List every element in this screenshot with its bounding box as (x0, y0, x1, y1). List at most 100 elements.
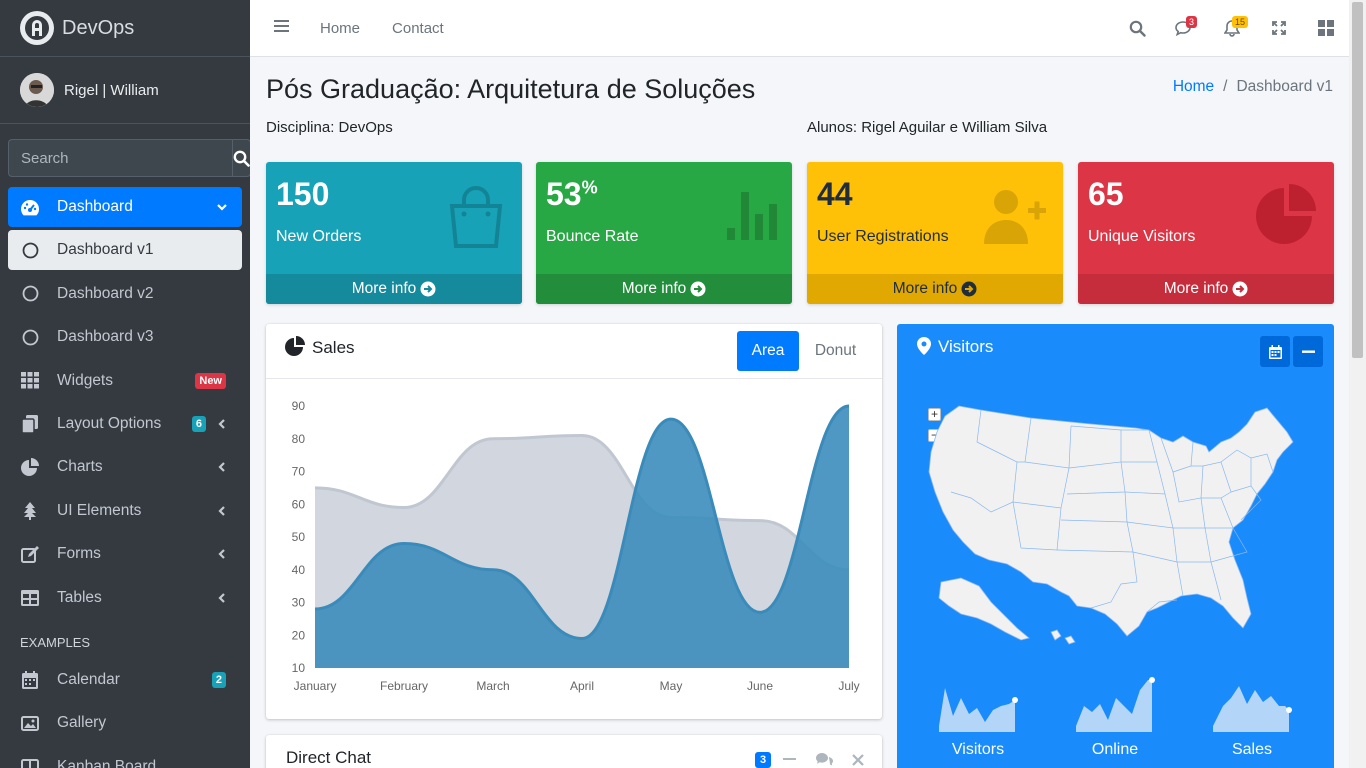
usa-map[interactable] (921, 402, 1311, 647)
arrow-circle-right-icon (690, 281, 706, 297)
tab-donut[interactable]: Donut (803, 331, 868, 371)
brand-logo-icon (20, 11, 54, 45)
sparkline-area (939, 688, 1015, 732)
messages-count-badge: 3 (1186, 16, 1198, 28)
y-tick-label: 40 (292, 563, 306, 577)
x-tick-label: June (747, 679, 773, 693)
sidebar-item-label: Gallery (57, 714, 107, 732)
more-info-link[interactable]: More info (536, 274, 792, 304)
chevron-left-icon (216, 547, 228, 565)
nav-link-contact[interactable]: Contact (392, 20, 444, 37)
calendar-icon (20, 670, 40, 689)
sidebar-item-kanban-board[interactable]: Kanban Board (8, 747, 242, 768)
sidebar-item-label: Kanban Board (57, 757, 157, 768)
stat-label: User Registrations (817, 228, 949, 245)
visitors-card: Visitors + − Visitors Online Sales (897, 324, 1334, 768)
sidebar-item-calendar[interactable]: Calendar 2 (8, 660, 242, 700)
sidebar-section-header: EXAMPLES (20, 634, 91, 650)
chevron-left-icon (216, 591, 228, 609)
sidebar-item-charts[interactable]: Charts (8, 447, 242, 487)
map-marker-icon (917, 337, 931, 360)
main-sidebar: DevOps Rigel | William Dashboard Dashboa… (0, 0, 250, 768)
nav-link-home[interactable]: Home (320, 20, 360, 37)
x-tick-label: January (294, 679, 337, 693)
minus-icon (1301, 350, 1315, 353)
notifications-button[interactable]: 15 (1208, 0, 1255, 56)
more-info-label: More info (892, 280, 958, 297)
more-info-link[interactable]: More info (266, 274, 522, 304)
stat-box-new-orders: 150 New Orders More info (266, 162, 522, 304)
stat-box-bounce-rate: 53% Bounce Rate More info (536, 162, 792, 304)
top-navbar: Home Contact 3 15 (250, 0, 1349, 57)
sparkline-sales (1213, 686, 1292, 732)
pie-chart-icon (1256, 184, 1320, 253)
sidebar-item-label: Calendar (57, 670, 120, 688)
y-tick-label: 60 (292, 497, 306, 511)
user-name: Rigel | William (64, 81, 159, 99)
sales-card: Sales Area Donut 10 20 30 40 50 60 70 80 90 Janua… (266, 324, 882, 719)
user-panel[interactable]: Rigel | William (0, 57, 250, 124)
breadcrumb-home-link[interactable]: Home (1173, 78, 1214, 95)
sidebar-search (8, 139, 250, 177)
sidebar-item-gallery[interactable]: Gallery (8, 703, 242, 743)
control-sidebar-button[interactable] (1302, 0, 1349, 56)
stat-label: New Orders (276, 228, 362, 245)
tree-icon (20, 501, 40, 520)
more-info-label: More info (621, 280, 687, 297)
messages-button[interactable]: 3 (1161, 0, 1208, 56)
arrow-circle-right-icon (1232, 281, 1248, 297)
sparkline-label: Visitors (951, 741, 1005, 758)
search-button[interactable] (232, 139, 250, 177)
hamburger-menu-icon[interactable] (274, 19, 290, 38)
collapse-button[interactable] (1293, 336, 1323, 367)
breadcrumb: Home / Dashboard v1 (1173, 78, 1333, 96)
sidebar-item-dashboard[interactable]: Dashboard (8, 187, 242, 227)
card-title: Sales (312, 338, 355, 357)
chat-count-badge: 3 (755, 752, 772, 768)
sidebar-item-ui-elements[interactable]: UI Elements (8, 491, 242, 531)
comments-icon[interactable] (816, 752, 833, 768)
sparkline-area (1213, 686, 1289, 732)
sidebar-item-label: UI Elements (57, 501, 142, 519)
y-tick-label: 50 (292, 530, 306, 544)
minus-icon[interactable] (783, 752, 796, 768)
chart-pie-icon (20, 458, 40, 477)
fullscreen-button[interactable] (1255, 0, 1302, 56)
y-tick-label: 90 (292, 399, 306, 413)
sidebar-item-dashboard-v1[interactable]: Dashboard v1 (8, 230, 242, 271)
sparkline-end-dot (1012, 697, 1018, 703)
sidebar-item-label: Forms (57, 545, 101, 563)
edit-icon (20, 545, 40, 563)
students-text: Alunos: Rigel Aguilar e William Silva (807, 119, 1048, 136)
x-tick-label: February (380, 679, 428, 693)
sidebar-item-layout-options[interactable]: Layout Options 6 (8, 404, 242, 444)
count-badge: 2 (211, 671, 226, 688)
chevron-left-icon (216, 504, 228, 522)
sidebar-item-label: Layout Options (57, 414, 162, 432)
sidebar-item-dashboard-v2[interactable]: Dashboard v2 (8, 274, 242, 314)
th-large-icon (1317, 20, 1334, 36)
calendar-icon (1268, 344, 1282, 359)
tab-area[interactable]: Area (737, 331, 799, 371)
new-badge: New (195, 372, 226, 389)
count-badge: 6 (191, 415, 206, 432)
navbar-search-button[interactable] (1114, 0, 1161, 56)
more-info-link[interactable]: More info (1078, 274, 1334, 304)
sidebar-item-tables[interactable]: Tables (8, 578, 242, 618)
brand-link[interactable]: DevOps (0, 0, 250, 57)
th-icon (20, 372, 40, 389)
arrow-circle-right-icon (961, 281, 977, 297)
date-range-button[interactable] (1260, 336, 1290, 367)
scrollbar-thumb[interactable] (1352, 2, 1363, 358)
search-input[interactable] (8, 139, 232, 177)
x-tick-label: May (660, 679, 683, 693)
page-scrollbar[interactable] (1349, 0, 1366, 768)
bar-chart-icon (727, 192, 777, 245)
sidebar-item-widgets[interactable]: Widgets New (8, 361, 242, 401)
close-icon[interactable] (852, 753, 864, 768)
chart-pie-icon (285, 336, 305, 361)
sidebar-item-dashboard-v3[interactable]: Dashboard v3 (8, 317, 242, 357)
sidebar-item-forms[interactable]: Forms (8, 534, 242, 574)
more-info-link[interactable]: More info (807, 274, 1063, 304)
sidebar-item-label: Widgets (57, 371, 113, 389)
